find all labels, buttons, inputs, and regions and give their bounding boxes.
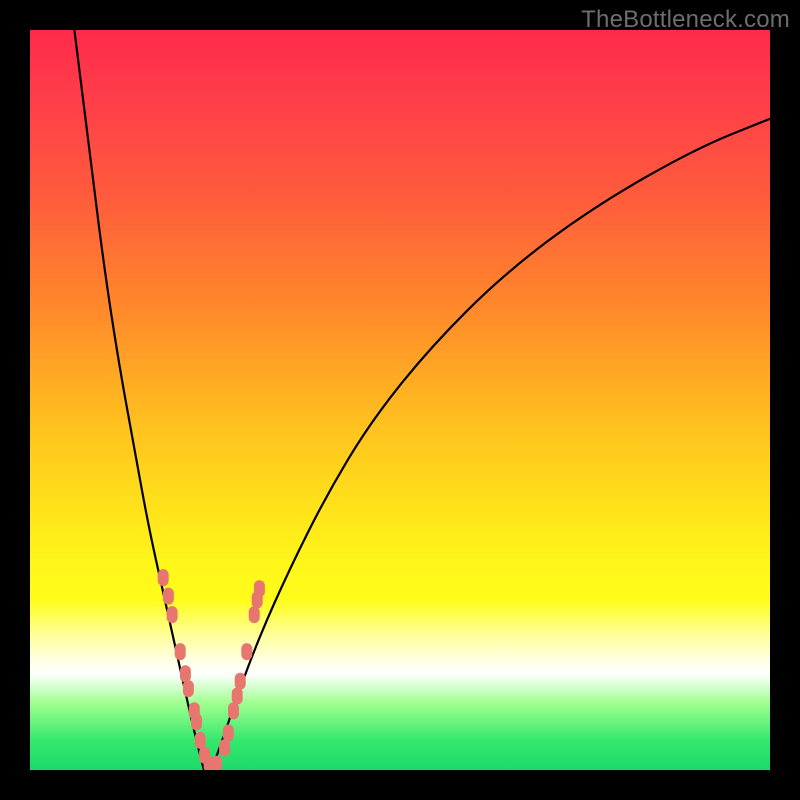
plot-area bbox=[30, 30, 770, 770]
data-point bbox=[254, 581, 264, 597]
data-point bbox=[249, 607, 259, 623]
data-point bbox=[167, 607, 177, 623]
chart-svg bbox=[30, 30, 770, 770]
data-point bbox=[212, 756, 222, 770]
data-point bbox=[180, 666, 190, 682]
data-point bbox=[175, 644, 185, 660]
data-point bbox=[223, 725, 233, 741]
data-point bbox=[158, 570, 168, 586]
data-point bbox=[229, 703, 239, 719]
data-point bbox=[235, 673, 245, 689]
data-points bbox=[158, 570, 264, 770]
data-point bbox=[192, 714, 202, 730]
data-point bbox=[232, 688, 242, 704]
data-point bbox=[220, 740, 230, 756]
data-point bbox=[195, 732, 205, 748]
data-point bbox=[183, 681, 193, 697]
left-curve bbox=[74, 30, 204, 770]
chart-frame: TheBottleneck.com bbox=[0, 0, 800, 800]
data-point bbox=[163, 588, 173, 604]
right-curve bbox=[211, 119, 770, 770]
data-point bbox=[242, 644, 252, 660]
